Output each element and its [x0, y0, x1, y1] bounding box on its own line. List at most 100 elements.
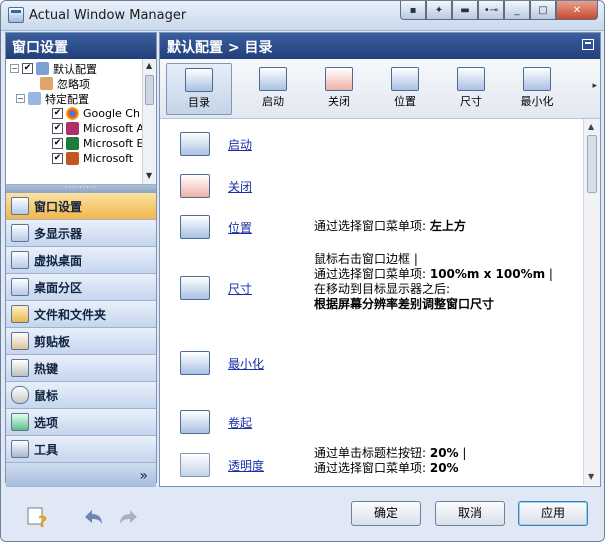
svg-text:?: ? [38, 512, 47, 529]
link-close[interactable]: 关闭 [228, 178, 252, 195]
checkbox[interactable]: ✔ [22, 63, 33, 74]
close-window-icon [180, 174, 210, 198]
title-bar[interactable]: Actual Window Manager ▪ ✦ ▬ •⊸ _ □ ✕ [1, 1, 604, 31]
checkbox[interactable]: ✔ [52, 138, 63, 149]
size-window-icon [180, 276, 210, 300]
pin-icon[interactable]: ▪ [400, 1, 426, 20]
tree-item[interactable]: ✔ Google Ch [52, 106, 140, 121]
contents-list: 启动 关闭 位置 通过选择窗口菜单项: 左上方 尺寸 鼠标右击窗口边框 | 通过… [160, 119, 600, 485]
nav-item-tools[interactable]: 工具 [6, 436, 156, 463]
app-icon [8, 7, 24, 23]
section-toolbar: 目录 启动 关闭 位置 尺寸 最小化 ▸ [160, 59, 600, 119]
position-description: 通过选择窗口菜单项: 左上方 [314, 219, 466, 233]
nav-item-window-settings[interactable]: 窗口设置 [6, 193, 156, 220]
position-window-icon [180, 215, 210, 239]
collapse-icon[interactable]: − [10, 64, 19, 73]
chevron-double-right-icon: » [139, 468, 148, 484]
transparency-description: 通过单击标题栏按钮: 20% | 通过选择窗口菜单项: 20% [314, 446, 467, 475]
excel-icon [66, 137, 79, 150]
scroll-thumb[interactable] [145, 75, 154, 105]
breadcrumb: 默认配置 > 目录 [160, 33, 600, 59]
tree-item[interactable]: 忽略项 [40, 76, 90, 91]
tab-size[interactable]: 尺寸 [438, 63, 504, 115]
close-icon[interactable]: ✕ [556, 1, 598, 20]
tree-item[interactable]: − 特定配置 [16, 91, 89, 106]
cancel-button[interactable]: 取消 [435, 501, 505, 526]
tab-startup[interactable]: 启动 [240, 63, 306, 115]
transparency-window-icon [180, 453, 210, 477]
scroll-up-icon[interactable]: ▲ [588, 122, 594, 131]
mouse-icon [11, 386, 29, 404]
nav-item-mouse[interactable]: 鼠标 [6, 382, 156, 409]
config-icon [36, 62, 49, 75]
nav-item-multi-monitor[interactable]: 多显示器 [6, 220, 156, 247]
list-item: 最小化 [180, 351, 264, 375]
link-startup[interactable]: 启动 [228, 136, 252, 153]
undo-icon[interactable] [81, 505, 105, 529]
left-panel: 窗口设置 − ✔ 默认配置 忽略项 − 特定配置 ✔ Google Ch ✔ M… [5, 32, 157, 490]
startup-window-icon [180, 132, 210, 156]
left-panel-header: 窗口设置 [6, 33, 156, 59]
splitter-grip[interactable]: ········· [6, 184, 156, 193]
scroll-up-icon[interactable]: ▲ [146, 61, 152, 70]
ignore-icon [40, 77, 53, 90]
window-title: Actual Window Manager [29, 8, 187, 23]
tree-scrollbar[interactable]: ▲ ▼ [142, 59, 156, 184]
startup-icon [259, 67, 287, 91]
checkbox[interactable]: ✔ [52, 108, 63, 119]
list-item: 启动 [180, 132, 252, 156]
content-scrollbar[interactable]: ▲ ▼ [583, 119, 600, 485]
tree-item[interactable]: ✔ Microsoft E [52, 136, 144, 151]
minimize-to-tray-icon[interactable]: ▬ [452, 1, 478, 20]
tab-contents[interactable]: 目录 [166, 63, 232, 115]
toolbar-more-icon[interactable]: ▸ [592, 81, 597, 91]
desktop-divider-icon [11, 278, 29, 296]
tree-item[interactable]: ✔ Microsoft A [52, 121, 144, 136]
window-settings-icon [11, 197, 29, 215]
config-tree: − ✔ 默认配置 忽略项 − 特定配置 ✔ Google Ch ✔ Micros… [6, 59, 156, 185]
nav-item-hotkeys[interactable]: 热键 [6, 355, 156, 382]
settings-icon[interactable]: ✦ [426, 1, 452, 20]
checkbox[interactable]: ✔ [52, 123, 63, 134]
maximize-icon[interactable]: □ [530, 1, 556, 20]
multi-monitor-icon [11, 224, 29, 242]
ok-button[interactable]: 确定 [351, 501, 421, 526]
tree-item[interactable]: − ✔ 默认配置 [10, 61, 97, 76]
redo-icon[interactable] [117, 505, 141, 529]
minimize-icon[interactable]: _ [504, 1, 530, 20]
tree-item[interactable]: ✔ Microsoft [52, 151, 133, 166]
checkbox[interactable]: ✔ [52, 153, 63, 164]
nav-expand-button[interactable]: » [6, 463, 156, 490]
options-icon [11, 413, 29, 431]
config-icon [28, 92, 41, 105]
link-minimize[interactable]: 最小化 [228, 355, 264, 372]
link-rollup[interactable]: 卷起 [228, 414, 252, 431]
help-icon[interactable]: ? [25, 505, 49, 529]
tab-close[interactable]: 关闭 [306, 63, 372, 115]
nav-item-options[interactable]: 选项 [6, 409, 156, 436]
window-restore-icon[interactable] [582, 39, 594, 50]
scroll-thumb[interactable] [587, 135, 597, 193]
apply-button[interactable]: 应用 [518, 501, 588, 526]
link-transparency[interactable]: 透明度 [228, 457, 264, 474]
tab-position[interactable]: 位置 [372, 63, 438, 115]
nav-item-clipboard[interactable]: 剪贴板 [6, 328, 156, 355]
nav-item-files-folders[interactable]: 文件和文件夹 [6, 301, 156, 328]
contents-icon [185, 68, 213, 92]
link-position[interactable]: 位置 [228, 219, 252, 236]
bottom-bar: ? 确定 取消 应用 [1, 487, 604, 541]
minimize-window-icon [523, 67, 551, 91]
chrome-icon [66, 107, 79, 120]
nav-item-virtual-desktop[interactable]: 虚拟桌面 [6, 247, 156, 274]
list-item: 透明度 [180, 453, 264, 477]
nav-bar: 窗口设置 多显示器 虚拟桌面 桌面分区 文件和文件夹 剪贴板 热键 鼠标 选项 … [6, 193, 156, 490]
collapse-icon[interactable]: − [16, 94, 25, 103]
right-panel: 默认配置 > 目录 目录 启动 关闭 位置 尺寸 最小化 ▸ 启动 关闭 位置 … [159, 32, 601, 487]
scroll-down-icon[interactable]: ▼ [588, 472, 594, 481]
link-size[interactable]: 尺寸 [228, 280, 252, 297]
tab-minimize[interactable]: 最小化 [504, 63, 570, 115]
clipboard-icon [11, 332, 29, 350]
key-icon[interactable]: •⊸ [478, 1, 504, 20]
nav-item-desktop-divider[interactable]: 桌面分区 [6, 274, 156, 301]
scroll-down-icon[interactable]: ▼ [146, 171, 152, 180]
